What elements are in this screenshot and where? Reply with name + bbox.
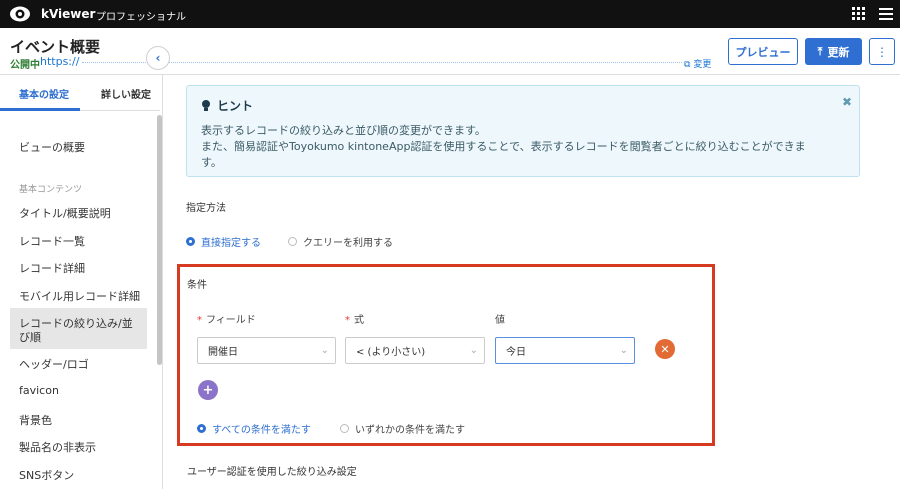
top-bar: kViewer プロフェッショナル: [0, 0, 900, 28]
radio-match-any[interactable]: いずれかの条件を満たす: [340, 421, 465, 436]
value-column-label: 値: [495, 315, 505, 326]
close-icon[interactable]: ✖: [842, 95, 852, 109]
remove-condition-button[interactable]: ✕: [655, 339, 675, 359]
app-edition: プロフェッショナル: [96, 12, 186, 23]
value-select[interactable]: 今日 ⌄: [495, 337, 635, 364]
url-redacted: [82, 62, 682, 64]
chevron-down-icon: ⌄: [619, 345, 628, 356]
upload-icon: ⤒: [817, 44, 823, 58]
chevron-left-icon[interactable]: ‹: [146, 46, 170, 70]
radio-selected-icon: [197, 424, 206, 433]
sidebar-section-basic: 基本コンテンツ: [19, 185, 83, 195]
method-label: 指定方法: [186, 203, 226, 214]
sidebar-item-mobile-detail[interactable]: モバイル用レコード詳細: [19, 288, 140, 304]
radio-selected-icon: [186, 237, 195, 246]
chevron-down-icon: ⌄: [469, 345, 478, 356]
tab-detailed-settings[interactable]: 詳しい設定: [101, 86, 151, 101]
radio-match-all[interactable]: すべての条件を満たす: [197, 421, 311, 436]
hint-text-line-3: す。: [201, 156, 222, 169]
condition-label: 条件: [187, 280, 207, 291]
radio-unselected-icon: [288, 237, 297, 246]
sidebar-item-filter-label-2: び順: [19, 331, 41, 344]
page-title: イベント概要: [10, 38, 101, 56]
grid-icon[interactable]: [852, 7, 865, 20]
lightbulb-icon: [202, 100, 210, 111]
radio-direct[interactable]: 直接指定する: [186, 234, 261, 249]
hint-title: ヒント: [201, 97, 253, 114]
radio-unselected-icon: [340, 424, 349, 433]
sidebar-item-favicon[interactable]: favicon: [19, 384, 59, 397]
tab-basic-settings[interactable]: 基本の設定: [19, 86, 69, 101]
hint-text-line-1: 表示するレコードの絞り込みと並び順の変更ができます。: [201, 124, 486, 137]
status-badge: 公開中: [10, 60, 40, 71]
required-mark: *: [197, 315, 202, 326]
sidebar-item-background[interactable]: 背景色: [19, 412, 52, 428]
chevron-down-icon: ⌄: [320, 345, 329, 356]
eye-logo-icon[interactable]: [9, 5, 31, 23]
sidebar: 基本の設定 詳しい設定 ビューの概要 基本コンテンツ タイトル/概要説明 レコー…: [0, 75, 163, 489]
sidebar-item-record-detail[interactable]: レコード詳細: [19, 260, 85, 276]
add-condition-button[interactable]: +: [198, 380, 218, 400]
sidebar-scrollbar[interactable]: [157, 115, 162, 365]
sidebar-tabs: 基本の設定 詳しい設定: [0, 75, 160, 111]
field-column-label: * フィールド: [197, 315, 256, 326]
required-mark: *: [345, 315, 350, 326]
hint-text-line-2: また、簡易認証やToyokumo kintoneApp認証を使用することで、表示…: [201, 140, 806, 153]
field-select[interactable]: 開催日 ⌄: [197, 337, 336, 364]
external-link-icon: ⧉: [684, 60, 691, 70]
auth-filter-label: ユーザー認証を使用した絞り込み設定: [187, 467, 357, 478]
sidebar-item-overview[interactable]: ビューの概要: [19, 139, 85, 155]
preview-button[interactable]: プレビュー: [728, 38, 798, 65]
update-button[interactable]: ⤒ 更新: [805, 38, 862, 65]
more-options-button[interactable]: ⋮: [869, 38, 895, 65]
app-brand: kViewer: [41, 7, 96, 21]
sidebar-item-title[interactable]: タイトル/概要説明: [19, 205, 111, 221]
expression-column-label: * 式: [345, 315, 364, 326]
hamburger-menu-icon[interactable]: [879, 8, 893, 20]
sidebar-item-sns-button[interactable]: SNSボタン: [19, 467, 74, 483]
expression-select[interactable]: < (より小さい) ⌄: [345, 337, 485, 364]
sidebar-item-hide-product-name[interactable]: 製品名の非表示: [19, 439, 96, 455]
active-tab-indicator: [0, 108, 80, 111]
hint-box: ヒント 表示するレコードの絞り込みと並び順の変更ができます。 また、簡易認証やT…: [186, 85, 860, 177]
change-url-link[interactable]: ⧉ 変更: [684, 57, 711, 70]
sidebar-item-record-list[interactable]: レコード一覧: [19, 233, 85, 249]
view-url[interactable]: https://: [40, 55, 79, 68]
sidebar-item-header-logo[interactable]: ヘッダー/ロゴ: [19, 356, 89, 372]
radio-query[interactable]: クエリーを利用する: [288, 234, 393, 249]
